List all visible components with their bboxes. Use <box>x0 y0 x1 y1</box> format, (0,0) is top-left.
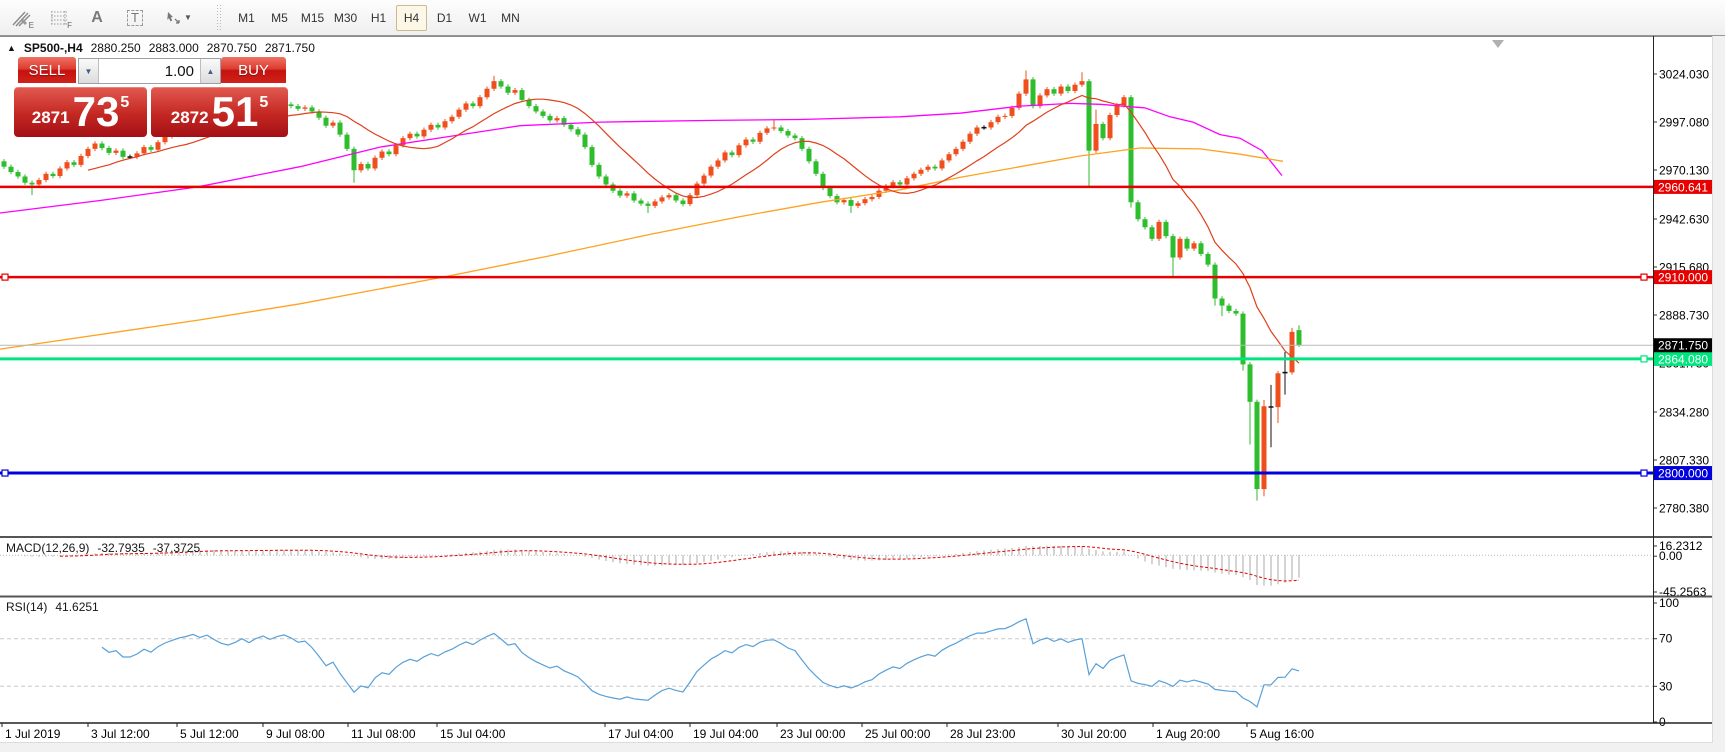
time-axis-label: 11 Jul 08:00 <box>351 727 416 741</box>
price-line-label: 2910.000 <box>1658 271 1708 285</box>
time-axis-label: 5 Aug 16:00 <box>1250 727 1314 741</box>
collapse-arrow-icon: ▲ <box>7 43 16 53</box>
macd-main-value: -32.7935 <box>97 541 144 555</box>
price-axis-tick: 3024.030 <box>1659 68 1709 82</box>
price-axis-tick: 2807.330 <box>1659 453 1709 467</box>
buy-button[interactable]: BUY <box>221 57 286 83</box>
rsi-value: 41.6251 <box>55 600 98 614</box>
buy-price-big: 51 <box>212 91 259 133</box>
price-line-label: 2800.000 <box>1658 467 1708 481</box>
symbol-name: SP500-,H4 <box>24 41 83 55</box>
time-axis-label: 25 Jul 00:00 <box>865 727 931 741</box>
sell-price-sup: 5 <box>120 94 129 112</box>
time-axis-label: 15 Jul 04:00 <box>440 727 506 741</box>
draw-lines-icon[interactable]: E <box>3 3 39 33</box>
price-axis-tick: 2780.380 <box>1659 501 1709 515</box>
timeframe-h4[interactable]: H4 <box>396 5 427 31</box>
price-axis-tick: 2888.730 <box>1659 309 1709 323</box>
timeframe-m1[interactable]: M1 <box>231 5 262 31</box>
line-anchor-handle[interactable] <box>2 470 8 476</box>
timeframe-m15[interactable]: M15 <box>297 5 328 31</box>
rsi-axis-tick: 0 <box>1659 715 1666 729</box>
background-layer <box>1492 40 1504 48</box>
sell-price-tile[interactable]: 2871 73 5 <box>14 87 147 137</box>
chevron-down-icon: ▼ <box>184 13 192 22</box>
rsi-axis-tick: 70 <box>1659 632 1673 646</box>
time-axis-label: 30 Jul 20:00 <box>1061 727 1127 741</box>
cursor-arrows-glyph <box>164 10 182 26</box>
price-line-label: 2960.641 <box>1658 180 1708 194</box>
ohlc-open: 2880.250 <box>91 41 141 55</box>
price-axis-tick: 2834.280 <box>1659 405 1709 419</box>
ohlc-high: 2883.000 <box>149 41 199 55</box>
timeframe-m5[interactable]: M5 <box>264 5 295 31</box>
ohlc-close: 2871.750 <box>265 41 315 55</box>
price-axis-tick: 2942.630 <box>1659 212 1709 226</box>
trading-terminal-window: E F A T ▼ M1M5M15M30H1H4D1W1MN <box>0 0 1725 752</box>
buy-price-tile[interactable]: 2872 51 5 <box>151 87 288 137</box>
fibonacci-grid-glyph <box>49 9 69 27</box>
axes-layer: 3024.0302997.0802970.1302942.6302915.680… <box>0 36 1712 741</box>
icon-badge: F <box>67 21 72 30</box>
sell-price-small: 2871 <box>32 108 70 128</box>
sell-button[interactable]: SELL <box>18 57 76 83</box>
timeframe-mn[interactable]: MN <box>495 5 526 31</box>
chart-shift-marker[interactable] <box>1492 40 1504 48</box>
timeframe-d1[interactable]: D1 <box>429 5 460 31</box>
rsi-label: RSI(14) <box>6 600 47 614</box>
volume-value[interactable]: 1.00 <box>99 59 200 83</box>
buy-price-sup: 5 <box>259 94 268 112</box>
rsi-axis-tick: 30 <box>1659 679 1673 693</box>
text-a-glyph: A <box>91 9 103 27</box>
toolbar-drag-handle[interactable] <box>216 5 222 31</box>
timeframe-group: M1M5M15M30H1H4D1W1MN <box>230 5 527 31</box>
text-label-icon[interactable]: T <box>117 3 153 33</box>
macd-label: MACD(12,26,9) <box>6 541 89 555</box>
line-anchor-handle[interactable] <box>1641 470 1647 476</box>
toolbar: E F A T ▼ M1M5M15M30H1H4D1W1MN <box>0 0 1725 36</box>
rsi-axis-tick: 100 <box>1659 596 1679 610</box>
chart-title: ▲ SP500-,H4 2880.250 2883.000 2870.750 2871… <box>7 41 315 55</box>
line-anchor-handle[interactable] <box>1641 356 1647 362</box>
macd-axis-tick: 0.00 <box>1659 549 1683 563</box>
price-axis-tick: 2997.080 <box>1659 116 1709 130</box>
chart-canvas[interactable]: 3024.0302997.0802970.1302942.6302915.680… <box>0 36 1713 752</box>
line-anchor-handle[interactable] <box>2 274 8 280</box>
time-axis-label: 9 Jul 08:00 <box>266 727 325 741</box>
time-axis-label: 5 Jul 12:00 <box>180 727 239 741</box>
sell-price-big: 73 <box>73 91 120 133</box>
time-axis-label: 1 Jul 2019 <box>5 727 61 741</box>
line-anchor-handle[interactable] <box>1641 274 1647 280</box>
time-axis-label: 19 Jul 04:00 <box>693 727 759 741</box>
text-t-glyph: T <box>127 10 143 26</box>
time-axis-label: 3 Jul 12:00 <box>91 727 150 741</box>
icon-badge: E <box>29 21 34 30</box>
window-right-edge <box>1712 36 1725 752</box>
volume-increase-button[interactable]: ▲ <box>200 59 220 83</box>
time-axis-label: 28 Jul 23:00 <box>950 727 1016 741</box>
volume-decrease-button[interactable]: ▼ <box>79 59 99 83</box>
buy-price-small: 2872 <box>171 108 209 128</box>
fibonacci-grid-icon[interactable]: F <box>41 3 77 33</box>
macd-label-row: MACD(12,26,9) -32.7935 -37.3725 <box>6 541 200 555</box>
cursor-tools-icon[interactable]: ▼ <box>155 3 201 33</box>
ohlc-low: 2870.750 <box>207 41 257 55</box>
time-axis-label: 23 Jul 00:00 <box>780 727 846 741</box>
time-axis-label: 1 Aug 20:00 <box>1156 727 1220 741</box>
price-line-label: 2864.080 <box>1658 352 1708 366</box>
rsi-label-row: RSI(14) 41.6251 <box>6 600 99 614</box>
indicator-layer <box>0 546 1653 707</box>
timeframe-m30[interactable]: M30 <box>330 5 361 31</box>
macd-signal-value: -37.3725 <box>153 541 200 555</box>
window-bottom-edge <box>0 742 1713 752</box>
timeframe-h1[interactable]: H1 <box>363 5 394 31</box>
one-click-trade-panel: SELL ▼ 1.00 ▲ BUY 2871 73 5 2872 51 5 <box>14 57 288 137</box>
volume-spinner: ▼ 1.00 ▲ <box>78 58 221 84</box>
text-annotation-icon[interactable]: A <box>79 3 115 33</box>
time-axis-label: 17 Jul 04:00 <box>608 727 674 741</box>
price-line-label: 2871.750 <box>1658 339 1708 353</box>
price-lines-layer <box>0 187 1653 476</box>
timeframe-w1[interactable]: W1 <box>462 5 493 31</box>
price-axis-tick: 2970.130 <box>1659 164 1709 178</box>
